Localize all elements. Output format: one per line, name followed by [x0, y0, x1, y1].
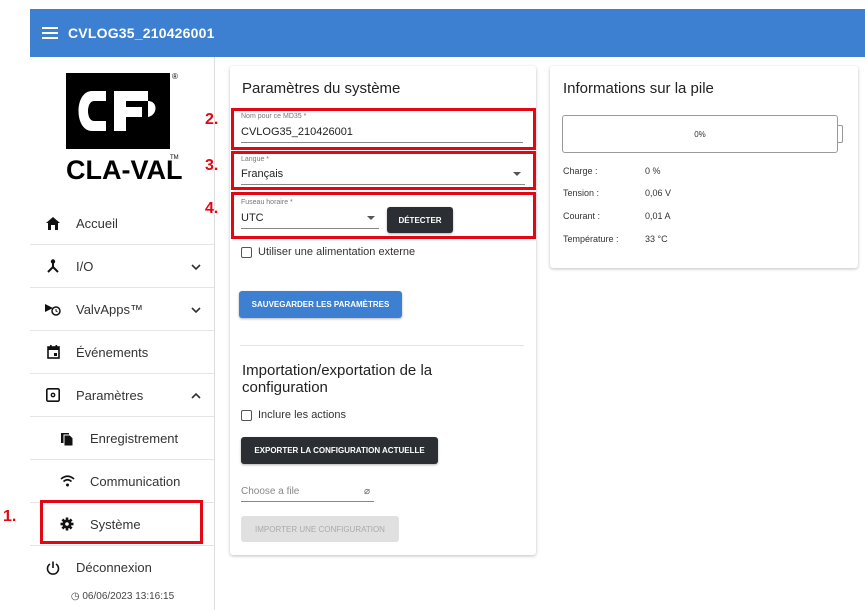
- temperature-value: 33 °C: [645, 234, 668, 244]
- voltage-value: 0,06 V: [645, 188, 672, 198]
- sidebar-item-evenements[interactable]: Événements: [30, 331, 215, 374]
- timestamp-text: 06/06/2023 13:16:15: [82, 591, 175, 602]
- chevron-down-icon: [191, 259, 201, 274]
- checkbox-box: [241, 246, 252, 258]
- sidebar-item-label: Paramètres: [76, 387, 144, 403]
- device-name-label: Nom pour ce MD35 *: [241, 113, 307, 120]
- detect-timezone-button[interactable]: DÉTECTER: [387, 207, 453, 233]
- menu-icon[interactable]: [42, 27, 58, 39]
- config-title-line1: Importation/exportation de la: [242, 362, 433, 379]
- sidebar-item-deconnexion[interactable]: Déconnexion: [30, 546, 215, 589]
- annotation-number-1: 1.: [3, 508, 17, 525]
- language-select[interactable]: Langue * Français: [241, 156, 525, 185]
- dropdown-arrow-icon: [367, 216, 375, 220]
- export-config-button[interactable]: EXPORTER LA CONFIGURATION ACTUELLE: [241, 437, 438, 464]
- svg-text:®: ®: [172, 73, 178, 81]
- import-config-button[interactable]: IMPORTER UNE CONFIGURATION: [241, 516, 399, 542]
- sidebar-item-label: I/O: [76, 258, 94, 274]
- wifi-icon: [56, 475, 78, 487]
- current-value: 0,01 A: [645, 211, 671, 221]
- battery-info-title: Informations sur la pile: [563, 80, 714, 97]
- include-actions-checkbox[interactable]: Inclure les actions: [241, 409, 346, 421]
- battery-cap: [838, 125, 843, 143]
- home-icon: [42, 216, 64, 230]
- sidebar-item-label: Déconnexion: [76, 560, 152, 575]
- annotation-number-2: 2.: [205, 111, 219, 128]
- charge-label: Charge :: [563, 166, 598, 176]
- battery-percent-text: 0%: [694, 129, 706, 139]
- file-placeholder: Choose a file: [241, 486, 300, 497]
- checkbox-box: [241, 409, 252, 421]
- sidebar-item-io[interactable]: I/O: [30, 245, 215, 288]
- battery-level-bar: 0%: [562, 115, 838, 153]
- config-title-line2: configuration: [242, 379, 328, 396]
- device-name-value: CVLOG35_210426001: [241, 126, 353, 138]
- save-settings-button[interactable]: SAUVEGARDER LES PARAMÈTRES: [239, 291, 402, 318]
- file-input[interactable]: Choose a file ⌀: [241, 480, 374, 502]
- device-title: CVLOG35_210426001: [68, 25, 215, 41]
- chevron-up-icon: [191, 388, 201, 403]
- paperclip-icon: ⌀: [363, 486, 370, 497]
- section-divider: [240, 345, 524, 346]
- power-icon: [42, 561, 64, 575]
- timezone-select[interactable]: Fuseau horaire * UTC: [241, 199, 379, 229]
- cla-val-logo: CLA-VAL TM ®: [62, 72, 182, 191]
- sidebar-item-systeme[interactable]: Système: [30, 503, 215, 546]
- external-power-checkbox[interactable]: Utiliser une alimentation externe: [241, 246, 415, 258]
- device-name-field[interactable]: Nom pour ce MD35 * CVLOG35_210426001: [241, 113, 523, 143]
- sidebar-item-label: Système: [90, 516, 141, 532]
- sidebar-item-label: Enregistrement: [90, 430, 179, 446]
- sidebar-item-label: Accueil: [76, 215, 118, 231]
- sidebar-item-parametres[interactable]: Paramètres: [30, 374, 215, 417]
- annotation-number-4: 4.: [205, 200, 219, 217]
- io-network-icon: [42, 259, 64, 273]
- timezone-value: UTC: [241, 212, 264, 224]
- temperature-label: Température :: [563, 234, 619, 244]
- charge-value: 0 %: [645, 166, 661, 176]
- sidebar-item-label: Communication: [90, 473, 181, 489]
- sidebar-item-accueil[interactable]: Accueil: [30, 202, 215, 245]
- language-value: Français: [241, 168, 284, 180]
- language-label: Langue *: [241, 156, 270, 163]
- config-section-title: Importation/exportation de la configurat…: [242, 362, 432, 396]
- settings-box-icon: [42, 388, 64, 402]
- sidebar-item-enregistrement[interactable]: Enregistrement: [30, 417, 215, 460]
- valvapps-icon: [42, 302, 64, 316]
- svg-text:TM: TM: [170, 155, 179, 161]
- sidebar-item-label: ValvApps™: [76, 301, 143, 317]
- copy-file-icon: [56, 431, 78, 446]
- calendar-icon: [42, 345, 64, 359]
- sidebar-item-valvapps[interactable]: ValvApps™: [30, 288, 215, 331]
- app-page: CVLOG35_210426001 CLA-VAL TM ® Accueil I…: [0, 0, 865, 610]
- external-power-label: Utiliser une alimentation externe: [258, 246, 416, 258]
- sidebar: CLA-VAL TM ® Accueil I/O ValvApps™ Événe…: [30, 57, 215, 610]
- system-settings-title: Paramètres du système: [242, 80, 401, 97]
- clock-icon: ◷: [70, 591, 80, 602]
- svg-text:CLA-VAL: CLA-VAL: [66, 155, 182, 185]
- sidebar-item-label: Événements: [76, 344, 149, 360]
- gear-icon: [56, 517, 78, 531]
- timezone-label: Fuseau horaire *: [241, 199, 293, 206]
- annotation-number-3: 3.: [205, 157, 219, 174]
- chevron-down-icon: [191, 302, 201, 317]
- sidebar-item-communication[interactable]: Communication: [30, 460, 215, 503]
- timestamp: ◷ 06/06/2023 13:16:15: [30, 591, 215, 602]
- include-actions-label: Inclure les actions: [258, 409, 347, 421]
- dropdown-arrow-icon: [513, 172, 521, 176]
- app-header: CVLOG35_210426001: [30, 9, 865, 57]
- voltage-label: Tension :: [563, 188, 600, 198]
- sidebar-nav: Accueil I/O ValvApps™ Événements Paramèt…: [30, 202, 215, 589]
- current-label: Courant :: [563, 211, 601, 221]
